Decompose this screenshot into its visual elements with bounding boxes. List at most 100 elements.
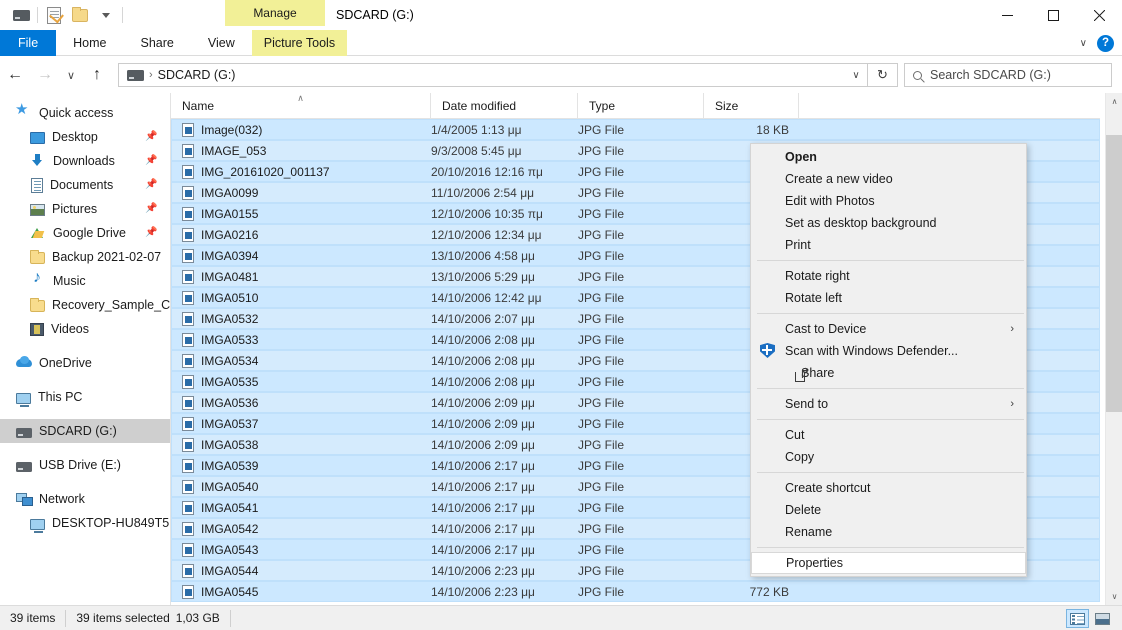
sidebar-item-pictures[interactable]: Pictures 📌 (0, 197, 170, 221)
sidebar-item-downloads[interactable]: Downloads 📌 (0, 149, 170, 173)
column-header-size-label: Size (715, 99, 739, 113)
file-type-cell: JPG File (578, 395, 625, 410)
breadcrumb-separator[interactable]: › (149, 69, 153, 81)
context-menu-item-print[interactable]: Print (751, 234, 1026, 256)
tab-file[interactable]: File (0, 30, 57, 56)
customize-chevron-icon[interactable] (93, 2, 119, 28)
sidebar-item-onedrive[interactable]: OneDrive (0, 351, 170, 375)
tab-share[interactable]: Share (124, 30, 191, 56)
context-menu-item-cut[interactable]: Cut (751, 424, 1026, 446)
sidebar-item-videos[interactable]: Videos (0, 317, 170, 341)
file-name-label: IMGA0545 (201, 584, 259, 599)
pin-icon[interactable]: 📌 (145, 155, 157, 167)
address-dropdown-icon[interactable]: ∨ (845, 64, 867, 86)
file-date-cell: 14/10/2006 2:17 μμ (431, 521, 535, 536)
details-view-button[interactable] (1066, 609, 1089, 628)
column-header-size[interactable]: Size (704, 93, 799, 119)
sidebar-item-label: Downloads (53, 154, 115, 168)
sidebar-item-google-drive[interactable]: Google Drive 📌 (0, 221, 170, 245)
tab-view[interactable]: View (191, 30, 252, 56)
context-menu-item-share[interactable]: Share (751, 362, 1026, 384)
properties-icon[interactable] (41, 2, 67, 28)
up-button[interactable]: ↑ (82, 60, 112, 90)
sidebar-item-backup-2021-02-07[interactable]: Backup 2021-02-07 (0, 245, 170, 269)
file-name-label: IMGA0099 (201, 185, 259, 200)
drive-icon[interactable] (8, 2, 34, 28)
context-menu-item-scan-with-windows-defender[interactable]: Scan with Windows Defender... (751, 340, 1026, 362)
collapse-ribbon-icon[interactable]: ∨ (1080, 38, 1087, 49)
sidebar-item-desktop[interactable]: Desktop 📌 (0, 125, 170, 149)
context-menu-item-set-as-desktop-background[interactable]: Set as desktop background (751, 212, 1026, 234)
column-header-date-modified[interactable]: Date modified (431, 93, 578, 119)
sidebar-item-quick-access[interactable]: Quick access (0, 101, 170, 125)
sidebar-item-usb-drive-e[interactable]: USB Drive (E:) (0, 453, 170, 477)
pin-icon[interactable]: 📌 (145, 203, 157, 215)
sidebar-item-sdcard-g[interactable]: SDCARD (G:) (0, 419, 170, 443)
file-type-cell: JPG File (578, 311, 625, 326)
file-date-cell: 14/10/2006 2:09 μμ (431, 395, 535, 410)
sidebar-item-music[interactable]: Music (0, 269, 170, 293)
context-menu-item-rotate-left[interactable]: Rotate left (751, 287, 1026, 309)
file-date-cell: 14/10/2006 2:17 μμ (431, 542, 535, 557)
pin-icon[interactable]: 📌 (145, 227, 157, 239)
doc-icon (31, 177, 43, 193)
context-menu-item-open[interactable]: Open (751, 146, 1026, 168)
scroll-down-arrow-icon[interactable]: ∨ (1106, 588, 1122, 605)
search-input[interactable]: Search SDCARD (G:) (904, 63, 1112, 87)
file-date-cell: 14/10/2006 12:42 μμ (431, 290, 542, 305)
forward-button[interactable]: → (30, 60, 60, 90)
ribbon-right-controls: ∨ ? (1080, 30, 1114, 56)
sidebar-item-network[interactable]: Network (0, 487, 170, 511)
sidebar-item-this-pc[interactable]: This PC (0, 385, 170, 409)
context-menu-item-create-a-new-video[interactable]: Create a new video (751, 168, 1026, 190)
sidebar-item-label: Pictures (52, 202, 98, 216)
column-headers: Name ∧ Date modified Type Size (171, 93, 1100, 119)
breadcrumb-path[interactable]: SDCARD (G:) (158, 68, 236, 82)
context-menu-separator (757, 313, 1024, 314)
context-menu-item-create-shortcut[interactable]: Create shortcut (751, 477, 1026, 499)
sidebar-item-recovery-sample-c[interactable]: Recovery_Sample_C (0, 293, 170, 317)
file-name-label: IMGA0216 (201, 227, 259, 242)
scroll-up-arrow-icon[interactable]: ∧ (1106, 93, 1122, 110)
context-menu-item-rotate-right[interactable]: Rotate right (751, 265, 1026, 287)
sidebar-item-label: USB Drive (E:) (39, 458, 121, 472)
context-menu-item-send-to[interactable]: Send to › (751, 393, 1026, 415)
recent-locations-icon[interactable]: ∨ (60, 60, 82, 90)
sidebar-item-documents[interactable]: Documents 📌 (0, 173, 170, 197)
vertical-scrollbar[interactable]: ∧ ∨ (1105, 93, 1122, 605)
table-row[interactable]: Image(032) 1/4/2005 1:13 μμ JPG File 18 KB (171, 119, 1100, 140)
scrollbar-thumb[interactable] (1106, 135, 1122, 412)
context-menu-item-properties[interactable]: Properties (751, 552, 1026, 574)
tab-home[interactable]: Home (56, 30, 123, 56)
context-menu-item-cast-to-device[interactable]: Cast to Device › (751, 318, 1026, 340)
back-button[interactable]: ← (0, 60, 30, 90)
sidebar-item-label: SDCARD (G:) (39, 424, 117, 438)
pin-icon[interactable]: 📌 (145, 131, 157, 143)
context-menu-item-label: Rotate right (785, 269, 850, 283)
sidebar-item-desktop-hu849t5[interactable]: DESKTOP-HU849T5 (0, 511, 170, 535)
minimize-button[interactable] (984, 0, 1030, 30)
context-menu-separator (757, 388, 1024, 389)
file-date-cell: 14/10/2006 2:23 μμ (431, 584, 535, 599)
context-menu-item-edit-with-photos[interactable]: Edit with Photos (751, 190, 1026, 212)
table-row[interactable]: IMGA0545 14/10/2006 2:23 μμ JPG File 772 KB (171, 581, 1100, 602)
file-name-cell: IMGA0541 (171, 500, 431, 515)
context-menu-item-rename[interactable]: Rename (751, 521, 1026, 543)
context-menu-item-delete[interactable]: Delete (751, 499, 1026, 521)
pin-icon[interactable]: 📌 (145, 179, 157, 191)
file-date-cell: 14/10/2006 2:08 μμ (431, 374, 535, 389)
column-header-type[interactable]: Type (578, 93, 704, 119)
close-button[interactable] (1076, 0, 1122, 30)
new-folder-icon[interactable] (67, 2, 93, 28)
column-header-name[interactable]: Name ∧ (171, 93, 431, 119)
context-menu-item-copy[interactable]: Copy (751, 446, 1026, 468)
address-input[interactable]: › SDCARD (G:) ∨ (118, 63, 868, 87)
file-type-cell: JPG File (578, 458, 625, 473)
tab-picture-tools[interactable]: Picture Tools (251, 30, 348, 56)
maximize-button[interactable] (1030, 0, 1076, 30)
breadcrumb-drive-icon[interactable] (127, 69, 144, 81)
refresh-button[interactable]: ↻ (868, 63, 898, 87)
help-icon[interactable]: ? (1097, 34, 1114, 52)
file-date-cell: 12/10/2006 10:35 πμ (431, 206, 543, 221)
large-icons-view-button[interactable] (1091, 609, 1114, 628)
